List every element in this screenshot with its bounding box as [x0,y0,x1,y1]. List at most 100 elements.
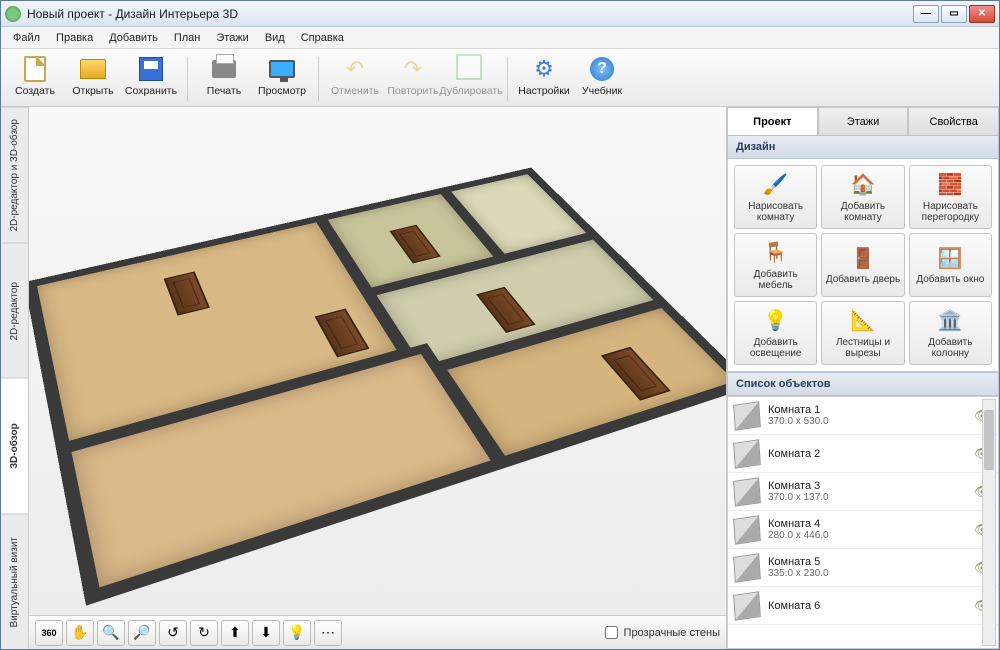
room-icon [733,515,761,544]
object-list-item[interactable]: Комната 3 370.0 x 137.0 👁 [728,473,998,511]
main-toolbar: Создать Открыть Сохранить Печать Просмот… [1,49,999,107]
print-button[interactable]: Печать [196,53,252,105]
add-door-icon: 🚪 [849,244,877,272]
objects-section-header: Список объектов [727,372,999,396]
design-label: Нарисовать перегородку [912,201,989,224]
menu-file[interactable]: Файл [5,29,48,47]
sidetab-3d[interactable]: 3D-обзор [1,378,28,514]
pan-button[interactable]: ✋ [66,620,94,646]
transparent-walls-toggle[interactable]: Прозрачные стены [605,626,720,639]
object-name: Комната 5 [768,556,974,568]
rotate-left-button[interactable]: ↺ [159,620,187,646]
titlebar: Новый проект - Дизайн Интерьера 3D — ▭ ✕ [1,1,999,27]
object-dimensions: 335.0 x 230.0 [768,568,974,579]
design-label: Нарисовать комнату [737,201,814,224]
duplicate-button[interactable]: Дублировать [443,53,499,105]
app-window: Новый проект - Дизайн Интерьера 3D — ▭ ✕… [0,0,1000,650]
design-label: Добавить освещение [737,337,814,360]
menu-add[interactable]: Добавить [101,29,166,47]
object-name: Комната 1 [768,404,974,416]
sidetab-2d[interactable]: 2D-редактор [1,243,28,379]
stairs-button[interactable]: 📐Лестницы и вырезы [821,301,904,365]
object-list-item[interactable]: Комната 6 👁 [728,587,998,625]
add-furniture-button[interactable]: 🪑Добавить мебель [734,233,817,297]
object-name: Комната 2 [768,448,974,460]
room-icon [733,401,761,430]
add-door-button[interactable]: 🚪 Добавить дверь [821,233,904,297]
printer-icon [212,60,236,78]
app-icon [5,6,21,22]
add-window-button[interactable]: 🪟Добавить окно [909,233,992,297]
rotate-right-button[interactable]: ↻ [190,620,218,646]
menu-view[interactable]: Вид [257,29,293,47]
canvas-area: 360 ✋ 🔍 🔎 ↺ ↻ ⬆ ⬇ 💡 ⋯ Прозрачные стены [29,107,727,649]
tilt-down-button[interactable]: ⬇ [252,620,280,646]
design-label: Добавить мебель [737,269,814,292]
object-list[interactable]: Комната 1 370.0 x 530.0 👁 Комната 2 👁 Ко… [727,396,999,649]
tab-properties[interactable]: Свойства [908,107,999,135]
room-icon [733,439,761,468]
view-360-button[interactable]: 360 [35,620,63,646]
menu-floors[interactable]: Этажи [208,29,256,47]
draw-partition-icon: 🧱 [936,171,964,199]
design-label: Добавить комнату [824,201,901,224]
add-column-icon: 🏛️ [936,307,964,335]
object-name: Комната 3 [768,480,974,492]
right-panel: Проект Этажи Свойства Дизайн 🖌️Нарисоват… [727,107,999,649]
maximize-button[interactable]: ▭ [941,5,967,23]
design-section-header: Дизайн [727,135,999,159]
tilt-up-button[interactable]: ⬆ [221,620,249,646]
add-light-button[interactable]: 💡Добавить освещение [734,301,817,365]
redo-button[interactable]: ↷Повторить [385,53,441,105]
zoom-out-button[interactable]: 🔎 [128,620,156,646]
open-button[interactable]: Открыть [65,53,121,105]
preview-button[interactable]: Просмотр [254,53,310,105]
object-list-item[interactable]: Комната 4 280.0 x 446.0 👁 [728,511,998,549]
add-column-button[interactable]: 🏛️Добавить колонну [909,301,992,365]
3d-viewport[interactable] [29,107,726,615]
draw-room-icon: 🖌️ [762,171,790,199]
tab-floors[interactable]: Этажи [818,107,909,135]
minimize-button[interactable]: — [913,5,939,23]
transparent-walls-checkbox[interactable] [605,626,618,639]
undo-button[interactable]: ↶Отменить [327,53,383,105]
new-file-icon [24,56,46,82]
object-list-item[interactable]: Комната 2 👁 [728,435,998,473]
add-furniture-icon: 🪑 [762,239,790,267]
menu-bar: Файл Правка Добавить План Этажи Вид Спра… [1,27,999,49]
menu-help[interactable]: Справка [293,29,352,47]
undo-icon: ↶ [341,55,369,83]
stairs-icon: 📐 [849,307,877,335]
draw-partition-button[interactable]: 🧱Нарисовать перегородку [909,165,992,229]
settings-view-button[interactable]: ⋯ [314,620,342,646]
sidetab-combined[interactable]: 2D-редактор и 3D-обзор [1,107,28,243]
object-name: Комната 4 [768,518,974,530]
settings-button[interactable]: ⚙Настройки [516,53,572,105]
object-list-item[interactable]: Комната 1 370.0 x 530.0 👁 [728,397,998,435]
object-list-item[interactable]: Комната 5 335.0 x 230.0 👁 [728,549,998,587]
scrollbar[interactable] [982,399,996,646]
close-button[interactable]: ✕ [969,5,995,23]
create-button[interactable]: Создать [7,53,63,105]
scroll-thumb[interactable] [984,410,994,470]
draw-room-button[interactable]: 🖌️Нарисовать комнату [734,165,817,229]
view-toolbar: 360 ✋ 🔍 🔎 ↺ ↻ ⬆ ⬇ 💡 ⋯ Прозрачные стены [29,615,726,649]
save-button[interactable]: Сохранить [123,53,179,105]
sidetab-virtual[interactable]: Виртуальный визит [1,514,28,650]
room-icon [733,477,761,506]
object-dimensions: 370.0 x 530.0 [768,416,974,427]
menu-plan[interactable]: План [166,29,209,47]
help-icon: ? [590,57,614,81]
transparent-walls-label: Прозрачные стены [624,627,720,639]
menu-edit[interactable]: Правка [48,29,101,47]
tab-project[interactable]: Проект [727,107,818,135]
design-label: Добавить колонну [912,337,989,360]
add-room-icon: 🏠 [849,171,877,199]
object-name: Комната 6 [768,600,974,612]
zoom-in-button[interactable]: 🔍 [97,620,125,646]
lighting-button[interactable]: 💡 [283,620,311,646]
add-room-button[interactable]: 🏠Добавить комнату [821,165,904,229]
gear-icon: ⚙ [530,55,558,83]
tutorial-button[interactable]: ?Учебник [574,53,630,105]
design-label: Добавить дверь [826,274,900,286]
